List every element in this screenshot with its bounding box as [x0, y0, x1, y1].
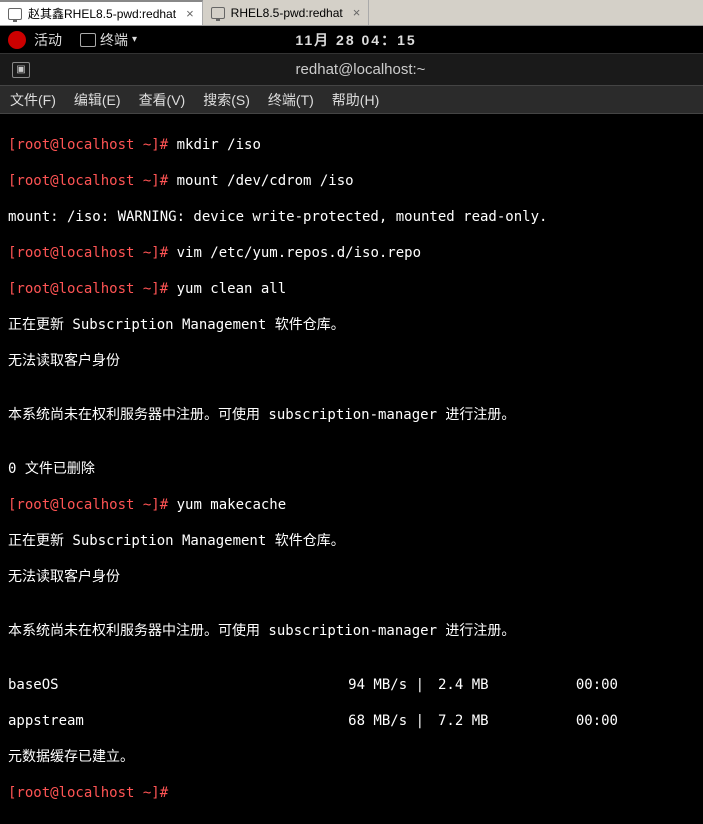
output-line: 正在更新 Subscription Management 软件仓库。: [8, 532, 695, 550]
repo-size: 7.2 MB: [438, 712, 538, 730]
menu-search[interactable]: 搜索(S): [203, 90, 250, 110]
menu-terminal[interactable]: 终端(T): [268, 90, 314, 110]
output-line: 正在更新 Subscription Management 软件仓库。: [8, 316, 695, 334]
repo-name: baseOS: [8, 676, 268, 694]
clock[interactable]: 11月 28 04：15: [137, 30, 575, 50]
app-menu[interactable]: 终端 ▾: [80, 30, 137, 50]
repo-time: 00:00: [538, 712, 618, 730]
vm-tab-bar: 赵其鑫RHEL8.5-pwd:redhat × RHEL8.5-pwd:redh…: [0, 0, 703, 26]
menu-view[interactable]: 查看(V): [139, 90, 186, 110]
gnome-top-bar: 活动 终端 ▾ 11月 28 04：15: [0, 26, 703, 54]
prompt: [root@localhost ~]#: [8, 137, 168, 153]
window-title: redhat@localhost:~: [30, 61, 691, 78]
close-icon[interactable]: ×: [353, 5, 361, 20]
output-line: 本系统尚未在权利服务器中注册。可使用 subscription-manager …: [8, 622, 695, 640]
terminal-icon[interactable]: ▣: [12, 62, 30, 78]
repo-row: appstream68 MB/s |7.2 MB00:00: [8, 712, 695, 730]
repo-rate: 94 MB/s |: [268, 676, 438, 694]
command: vim /etc/yum.repos.d/iso.repo: [177, 245, 421, 261]
repo-size: 2.4 MB: [438, 676, 538, 694]
redhat-logo-icon: [8, 31, 26, 49]
repo-rate: 68 MB/s |: [268, 712, 438, 730]
prompt: [root@localhost ~]#: [8, 173, 168, 189]
prompt: [root@localhost ~]#: [8, 281, 168, 297]
vm-tab-label: 赵其鑫RHEL8.5-pwd:redhat: [28, 5, 176, 22]
output-line: 元数据缓存已建立。: [8, 748, 695, 766]
menu-help[interactable]: 帮助(H): [332, 90, 379, 110]
vm-tab-1[interactable]: 赵其鑫RHEL8.5-pwd:redhat ×: [0, 0, 203, 25]
menu-edit[interactable]: 编辑(E): [74, 90, 121, 110]
output-line: 0 文件已删除: [8, 460, 695, 478]
command: mount /dev/cdrom /iso: [177, 173, 354, 189]
cursor: [168, 785, 176, 801]
monitor-icon: [8, 8, 22, 20]
vm-tab-label: RHEL8.5-pwd:redhat: [231, 6, 343, 20]
command: mkdir /iso: [177, 137, 261, 153]
monitor-icon: [211, 7, 225, 19]
prompt: [root@localhost ~]#: [8, 785, 168, 801]
prompt: [root@localhost ~]#: [8, 245, 168, 261]
command: yum clean all: [177, 281, 287, 297]
app-menu-label: 终端: [100, 30, 128, 50]
output-line: 无法读取客户身份: [8, 568, 695, 586]
terminal-menubar: 文件(F) 编辑(E) 查看(V) 搜索(S) 终端(T) 帮助(H): [0, 86, 703, 114]
output-line: 无法读取客户身份: [8, 352, 695, 370]
activities-button[interactable]: 活动: [34, 30, 62, 50]
repo-row: baseOS94 MB/s |2.4 MB00:00: [8, 676, 695, 694]
window-titlebar: ▣ redhat@localhost:~: [0, 54, 703, 86]
menu-file[interactable]: 文件(F): [10, 90, 56, 110]
output-line: mount: /iso: WARNING: device write-prote…: [8, 208, 695, 226]
terminal-icon: [80, 33, 96, 47]
vm-tab-2[interactable]: RHEL8.5-pwd:redhat ×: [203, 0, 370, 25]
close-icon[interactable]: ×: [186, 6, 194, 21]
repo-name: appstream: [8, 712, 268, 730]
terminal-output[interactable]: [root@localhost ~]# mkdir /iso [root@loc…: [0, 114, 703, 824]
output-line: 本系统尚未在权利服务器中注册。可使用 subscription-manager …: [8, 406, 695, 424]
repo-time: 00:00: [538, 676, 618, 694]
